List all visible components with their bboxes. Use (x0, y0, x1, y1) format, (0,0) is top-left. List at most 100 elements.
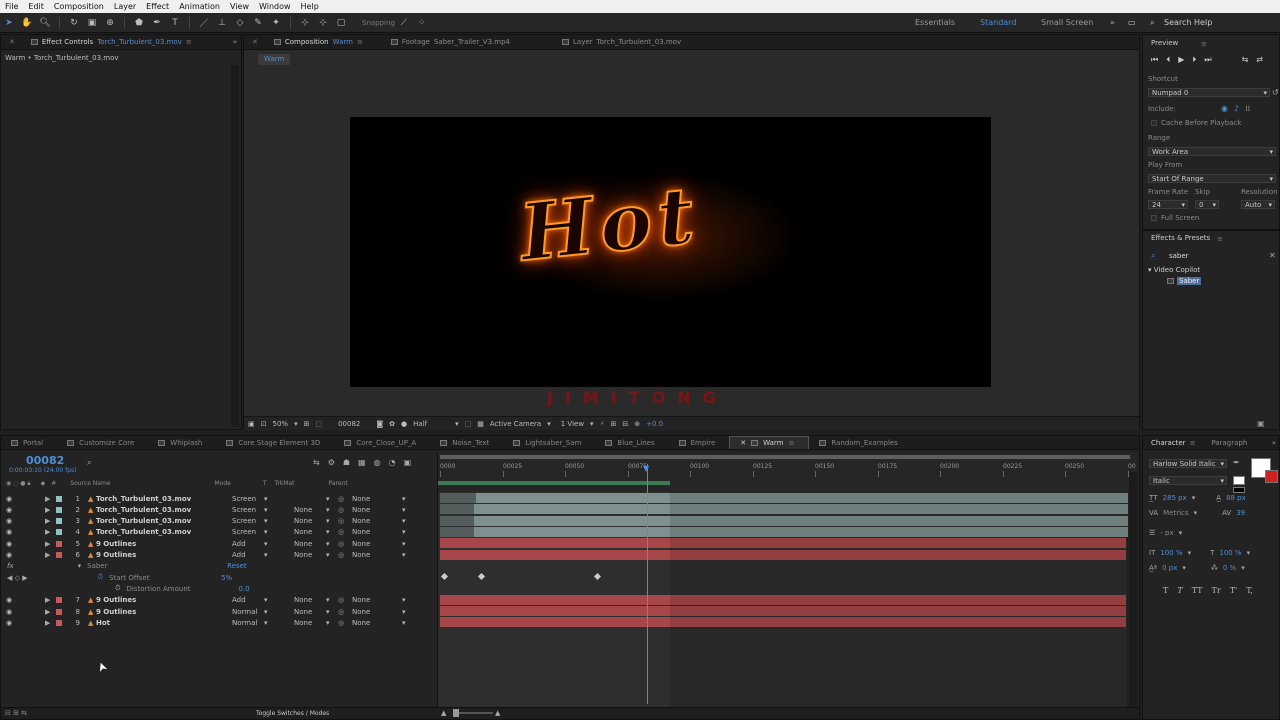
tab-paragraph[interactable]: Paragraph (1203, 436, 1255, 449)
time-navigator[interactable] (440, 455, 1130, 459)
label-color-swatch[interactable] (56, 506, 62, 513)
eraser-tool-icon[interactable]: ◇ (233, 16, 247, 30)
label-color-swatch[interactable] (56, 540, 62, 547)
layer-row[interactable]: ◉ ▶ 1 ▲ Torch_Turbulent_03.mov Screen ▾ ▾ ◎ None ▾ (1, 493, 437, 504)
play-from-select[interactable]: Start Of Range ▾ (1148, 174, 1276, 183)
tab-layer[interactable]: Layer Torch_Turbulent_03.mov (554, 35, 689, 49)
close-tab-icon[interactable]: ✕ (1, 35, 23, 49)
selection-tool-icon[interactable]: ➤ (2, 16, 16, 30)
tab-character[interactable]: Character ≡ (1143, 436, 1203, 449)
graph-editor-icon[interactable]: ◔ (389, 458, 396, 467)
layer-row[interactable]: ◉ ▶ 2 ▲ Torch_Turbulent_03.mov Screen ▾ None ▾ ◎ N… (1, 504, 437, 515)
cti-head-icon[interactable]: ▼ (643, 464, 649, 473)
mode-header[interactable]: Mode (215, 480, 231, 487)
faux-italic-button[interactable]: T (1177, 586, 1182, 595)
twirl-arrow-icon[interactable]: ▶ (45, 596, 54, 604)
chevron-down-icon[interactable]: ▾ (78, 562, 82, 570)
pickwhip-icon[interactable]: ◎ (338, 517, 352, 525)
property-value[interactable]: 5% (221, 574, 232, 582)
label-color-swatch[interactable] (56, 619, 62, 626)
font-size-value[interactable]: 285 px (1163, 494, 1187, 502)
snapshot-icon[interactable]: ◙ (376, 420, 383, 428)
pickwhip-icon[interactable]: ◎ (338, 528, 352, 536)
pickwhip-icon[interactable]: ◎ (338, 540, 352, 548)
twirl-arrow-icon[interactable]: ▶ (45, 619, 54, 627)
stroke-color-swatch[interactable] (1265, 470, 1278, 483)
layer-parent[interactable]: None (352, 506, 402, 514)
layer-trkmat[interactable]: None (294, 506, 326, 514)
chevron-down-icon[interactable]: ▾ (264, 608, 278, 616)
resolution-select[interactable]: Auto ▾ (1241, 200, 1275, 209)
layer-parent[interactable]: None (352, 540, 402, 548)
time-ruler-area[interactable]: 0000 00025 00050 00075 00100 00125 00150 00175 0… (437, 453, 1137, 493)
reset-icon[interactable]: ↺ (1272, 88, 1279, 97)
stopwatch-icon[interactable]: ⏱︎ (115, 584, 120, 593)
zoom-in-icon[interactable]: ▲ (495, 709, 500, 717)
layer-parent[interactable]: None (352, 528, 402, 536)
chevron-down-icon[interactable]: ▾ (326, 596, 338, 604)
visibility-eye-icon[interactable]: ◉ (6, 495, 15, 503)
visibility-eye-icon[interactable]: ◉ (6, 517, 15, 525)
chevron-down-icon[interactable]: ▾ (402, 528, 406, 536)
label-color-swatch[interactable] (56, 597, 62, 604)
layer-parent[interactable]: None (352, 596, 402, 604)
black-swatch[interactable] (1233, 487, 1245, 493)
mute-audio-icon[interactable]: ⇄ (1256, 55, 1263, 65)
camera-tool-icon[interactable]: ▣ (85, 16, 99, 30)
keyframe-marker[interactable] (440, 573, 449, 581)
superscript-button[interactable]: T' (1230, 586, 1238, 595)
exposure-value[interactable]: +0.0 (646, 420, 663, 428)
play-icon[interactable]: ▶ (1178, 55, 1184, 65)
menu-window[interactable]: Window (254, 2, 296, 11)
chevron-down-icon[interactable]: ▾ (402, 540, 406, 548)
puppet-tool-icon[interactable]: ✦ (269, 16, 283, 30)
layer-row[interactable]: ◉ ▶ 7 ▲ 9 Outlines Add ▾ None ▾ ◎ None ▾ (1, 595, 437, 606)
layer-trkmat[interactable]: None (294, 596, 326, 604)
comp-mini-flowchart-icon[interactable]: ⇆ (313, 458, 320, 467)
label-color-swatch[interactable] (56, 495, 62, 502)
effect-reset-link[interactable]: Reset (227, 562, 247, 570)
chevron-down-icon[interactable]: ▾ (402, 517, 406, 525)
layer-mode[interactable]: Add (232, 596, 264, 604)
label-color-swatch[interactable] (56, 518, 62, 525)
visibility-eye-icon[interactable]: ◉ (6, 619, 15, 627)
keyframe-nav-icon[interactable]: ◀ ◇ ▶ (7, 574, 28, 582)
label-color-swatch[interactable] (56, 552, 62, 558)
pickwhip-icon[interactable]: ◎ (338, 619, 352, 627)
include-audio-icon[interactable]: ♪ (1234, 104, 1239, 113)
chevron-down-icon[interactable]: ▾ (326, 540, 338, 548)
visibility-eye-icon[interactable]: ◉ (6, 506, 15, 514)
motion-blur-icon[interactable]: ◍ (374, 458, 381, 467)
fx-icon[interactable]: fx (7, 562, 14, 570)
pickwhip-icon[interactable]: ◎ (338, 551, 352, 559)
twirl-arrow-icon[interactable]: ▶ (45, 506, 54, 514)
parent-header[interactable]: Parent (328, 480, 347, 487)
twirl-arrow-icon[interactable]: ▶ (45, 540, 54, 548)
clone-stamp-tool-icon[interactable]: ⊥ (215, 16, 229, 30)
zoom-slider[interactable] (453, 709, 493, 717)
time-navigator-handle[interactable] (440, 455, 1130, 459)
visibility-eye-icon[interactable]: ◉ (6, 608, 15, 616)
zoom-out-icon[interactable]: ▲ (441, 709, 446, 717)
flowchart-icon[interactable]: ⊟ (622, 420, 628, 428)
layer-parent[interactable]: None (352, 495, 402, 503)
category-video-copilot[interactable]: ▾ Video Copilot (1148, 266, 1200, 274)
fullscreen-checkbox[interactable] (1151, 215, 1157, 221)
property-value[interactable]: 0.0 (238, 585, 249, 593)
label-color-swatch[interactable] (56, 608, 62, 615)
footer-switches-icons[interactable]: ⊟ ⊞ ⇆ (5, 709, 27, 717)
grid-icon[interactable]: ⊞ (304, 420, 310, 428)
chevron-down-icon[interactable]: ▾ (326, 619, 338, 627)
snapping-options-icon[interactable]: ⁘ (415, 16, 429, 30)
timeline-tab[interactable]: Empire (669, 436, 730, 449)
workspace-overflow-icon[interactable]: » (1110, 13, 1115, 33)
all-caps-button[interactable]: TT (1192, 586, 1203, 595)
roi-icon[interactable]: ⬚ (465, 420, 472, 428)
last-frame-icon[interactable]: ⏭ (1204, 55, 1211, 65)
layer-name[interactable]: 9 Outlines (96, 540, 232, 548)
effect-item-saber[interactable]: Saber (1167, 277, 1202, 285)
timeline-tab[interactable]: Core Stage Element 3D (216, 436, 334, 449)
shortcut-select[interactable]: Numpad 0 ▾ (1148, 88, 1270, 97)
leading-value[interactable]: 88 px (1226, 494, 1246, 502)
chevron-down-icon[interactable]: ▾ (326, 528, 338, 536)
